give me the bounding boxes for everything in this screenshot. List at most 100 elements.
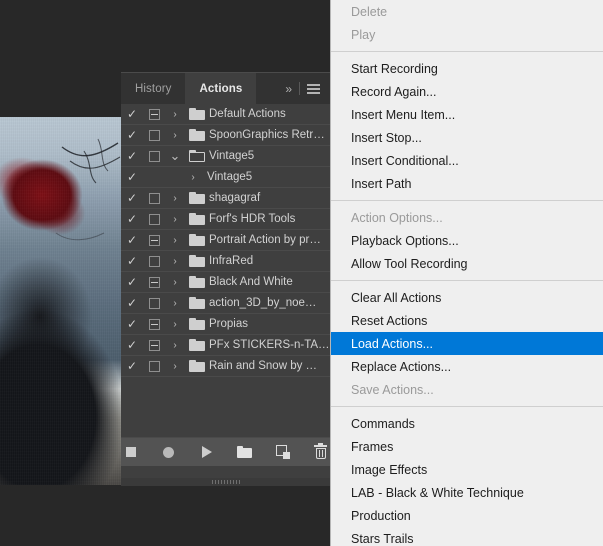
tab-history[interactable]: History (121, 73, 186, 104)
dialog-toggle[interactable] (143, 192, 165, 204)
panel-resize-grip[interactable] (121, 478, 330, 486)
action-row[interactable]: ✓ › Forf's HDR Tools (121, 209, 330, 230)
chevron-right-icon[interactable]: › (165, 193, 185, 204)
tab-bar-spacer (256, 73, 286, 104)
chevron-right-icon[interactable]: › (165, 277, 185, 288)
action-row[interactable]: ✓ › Rain and Snow by … (121, 356, 330, 377)
menu-item[interactable]: Insert Menu Item... (331, 103, 603, 126)
dialog-box-icon (148, 276, 160, 288)
action-toggle-checkbox[interactable]: ✓ (121, 255, 143, 267)
menu-item[interactable]: Playback Options... (331, 229, 603, 252)
folder-icon (185, 150, 209, 162)
chevron-right-icon[interactable]: › (165, 214, 185, 225)
action-row[interactable]: ✓ ⌄ Vintage5 (121, 146, 330, 167)
dialog-toggle[interactable] (143, 255, 165, 267)
action-row[interactable]: ✓ › InfraRed (121, 251, 330, 272)
menu-item[interactable]: LAB - Black & White Technique (331, 481, 603, 504)
dialog-toggle[interactable] (143, 297, 165, 309)
chevron-right-icon[interactable]: › (183, 172, 203, 183)
chevron-right-icon[interactable]: › (165, 298, 185, 309)
menu-item[interactable]: Frames (331, 435, 603, 458)
folder-icon (185, 213, 209, 225)
menu-item[interactable]: Production (331, 504, 603, 527)
dialog-toggle[interactable] (143, 150, 165, 162)
action-toggle-checkbox[interactable]: ✓ (121, 234, 143, 246)
chevron-right-icon[interactable]: › (165, 256, 185, 267)
menu-item[interactable]: Insert Conditional... (331, 149, 603, 172)
new-action-button[interactable] (275, 444, 291, 460)
actions-context-menu[interactable]: Delete Play Start Recording Record Again...… (330, 0, 603, 546)
action-toggle-checkbox[interactable]: ✓ (121, 360, 143, 372)
menu-separator (331, 280, 603, 281)
dialog-toggle[interactable] (143, 318, 165, 330)
dialog-toggle[interactable] (143, 108, 165, 120)
document-canvas[interactable] (0, 117, 121, 485)
action-toggle-checkbox[interactable]: ✓ (121, 339, 143, 351)
action-toggle-checkbox[interactable]: ✓ (121, 297, 143, 309)
action-set-label: SpoonGraphics Retr… (209, 129, 325, 141)
dialog-toggle[interactable] (143, 213, 165, 225)
stop-button[interactable] (123, 444, 139, 460)
menu-item[interactable]: Reset Actions (331, 309, 603, 332)
action-set-label: Vintage5 (209, 150, 255, 162)
dialog-toggle[interactable] (143, 129, 165, 141)
panel-menu-icon[interactable] (307, 83, 320, 94)
chevron-right-icon[interactable]: › (165, 235, 185, 246)
dialog-box-icon (148, 129, 160, 141)
dialog-box-icon (148, 339, 160, 351)
chevron-right-icon[interactable]: › (165, 361, 185, 372)
action-toggle-checkbox[interactable]: ✓ (121, 213, 143, 225)
record-button[interactable] (161, 444, 177, 460)
chevron-down-icon[interactable]: ⌄ (165, 149, 185, 162)
collapse-chevrons-icon[interactable]: » (285, 83, 292, 95)
action-toggle-checkbox[interactable]: ✓ (121, 108, 143, 120)
check-icon: ✓ (126, 212, 138, 226)
menu-item[interactable]: Image Effects (331, 458, 603, 481)
actions-list[interactable]: ✓ › Default Actions ✓ › SpoonGraphics Retr… ✓ ⌄… (121, 104, 330, 437)
new-set-button[interactable] (237, 444, 253, 460)
menu-item[interactable]: Insert Path (331, 172, 603, 195)
action-row[interactable]: ✓ › shagagraf (121, 188, 330, 209)
menu-item[interactable]: Clear All Actions (331, 286, 603, 309)
action-set-label: Propias (209, 318, 248, 330)
action-row[interactable]: ✓ › Default Actions (121, 104, 330, 125)
delete-button[interactable] (313, 442, 329, 460)
menu-item[interactable]: Commands (331, 412, 603, 435)
dialog-box-icon (148, 318, 160, 330)
tab-actions[interactable]: Actions (185, 73, 257, 104)
action-toggle-checkbox[interactable]: ✓ (121, 192, 143, 204)
action-toggle-checkbox[interactable]: ✓ (121, 171, 143, 183)
dialog-toggle[interactable] (143, 276, 165, 288)
menu-item[interactable]: Stars Trails (331, 527, 603, 546)
dialog-toggle[interactable] (143, 360, 165, 372)
menu-item[interactable]: Start Recording (331, 57, 603, 80)
action-toggle-checkbox[interactable]: ✓ (121, 276, 143, 288)
check-icon: ✓ (126, 191, 138, 205)
menu-item[interactable]: Record Again... (331, 80, 603, 103)
chevron-right-icon[interactable]: › (165, 319, 185, 330)
play-button[interactable] (199, 444, 215, 460)
action-row[interactable]: ✓ › Vintage5 (121, 167, 330, 188)
action-set-label: Rain and Snow by … (209, 360, 318, 372)
action-row[interactable]: ✓ › PFx STICKERS-n-TA… (121, 335, 330, 356)
chevron-right-icon[interactable]: › (165, 130, 185, 141)
action-row[interactable]: ✓ › Black And White (121, 272, 330, 293)
menu-item[interactable]: Insert Stop... (331, 126, 603, 149)
chevron-right-icon[interactable]: › (165, 109, 185, 120)
menu-item[interactable]: Replace Actions... (331, 355, 603, 378)
chevron-right-icon[interactable]: › (165, 340, 185, 351)
action-row[interactable]: ✓ › SpoonGraphics Retr… (121, 125, 330, 146)
dialog-toggle[interactable] (143, 234, 165, 246)
action-set-label: Forf's HDR Tools (209, 213, 296, 225)
action-toggle-checkbox[interactable]: ✓ (121, 150, 143, 162)
action-row[interactable]: ✓ › action_3D_by_noe… (121, 293, 330, 314)
dialog-toggle[interactable] (143, 339, 165, 351)
menu-item[interactable]: Allow Tool Recording (331, 252, 603, 275)
action-toggle-checkbox[interactable]: ✓ (121, 318, 143, 330)
check-icon: ✓ (126, 128, 138, 142)
dialog-box-icon (148, 255, 160, 267)
action-toggle-checkbox[interactable]: ✓ (121, 129, 143, 141)
action-row[interactable]: ✓ › Portrait Action by pr… (121, 230, 330, 251)
menu-item[interactable]: Load Actions... (331, 332, 603, 355)
action-row[interactable]: ✓ › Propias (121, 314, 330, 335)
